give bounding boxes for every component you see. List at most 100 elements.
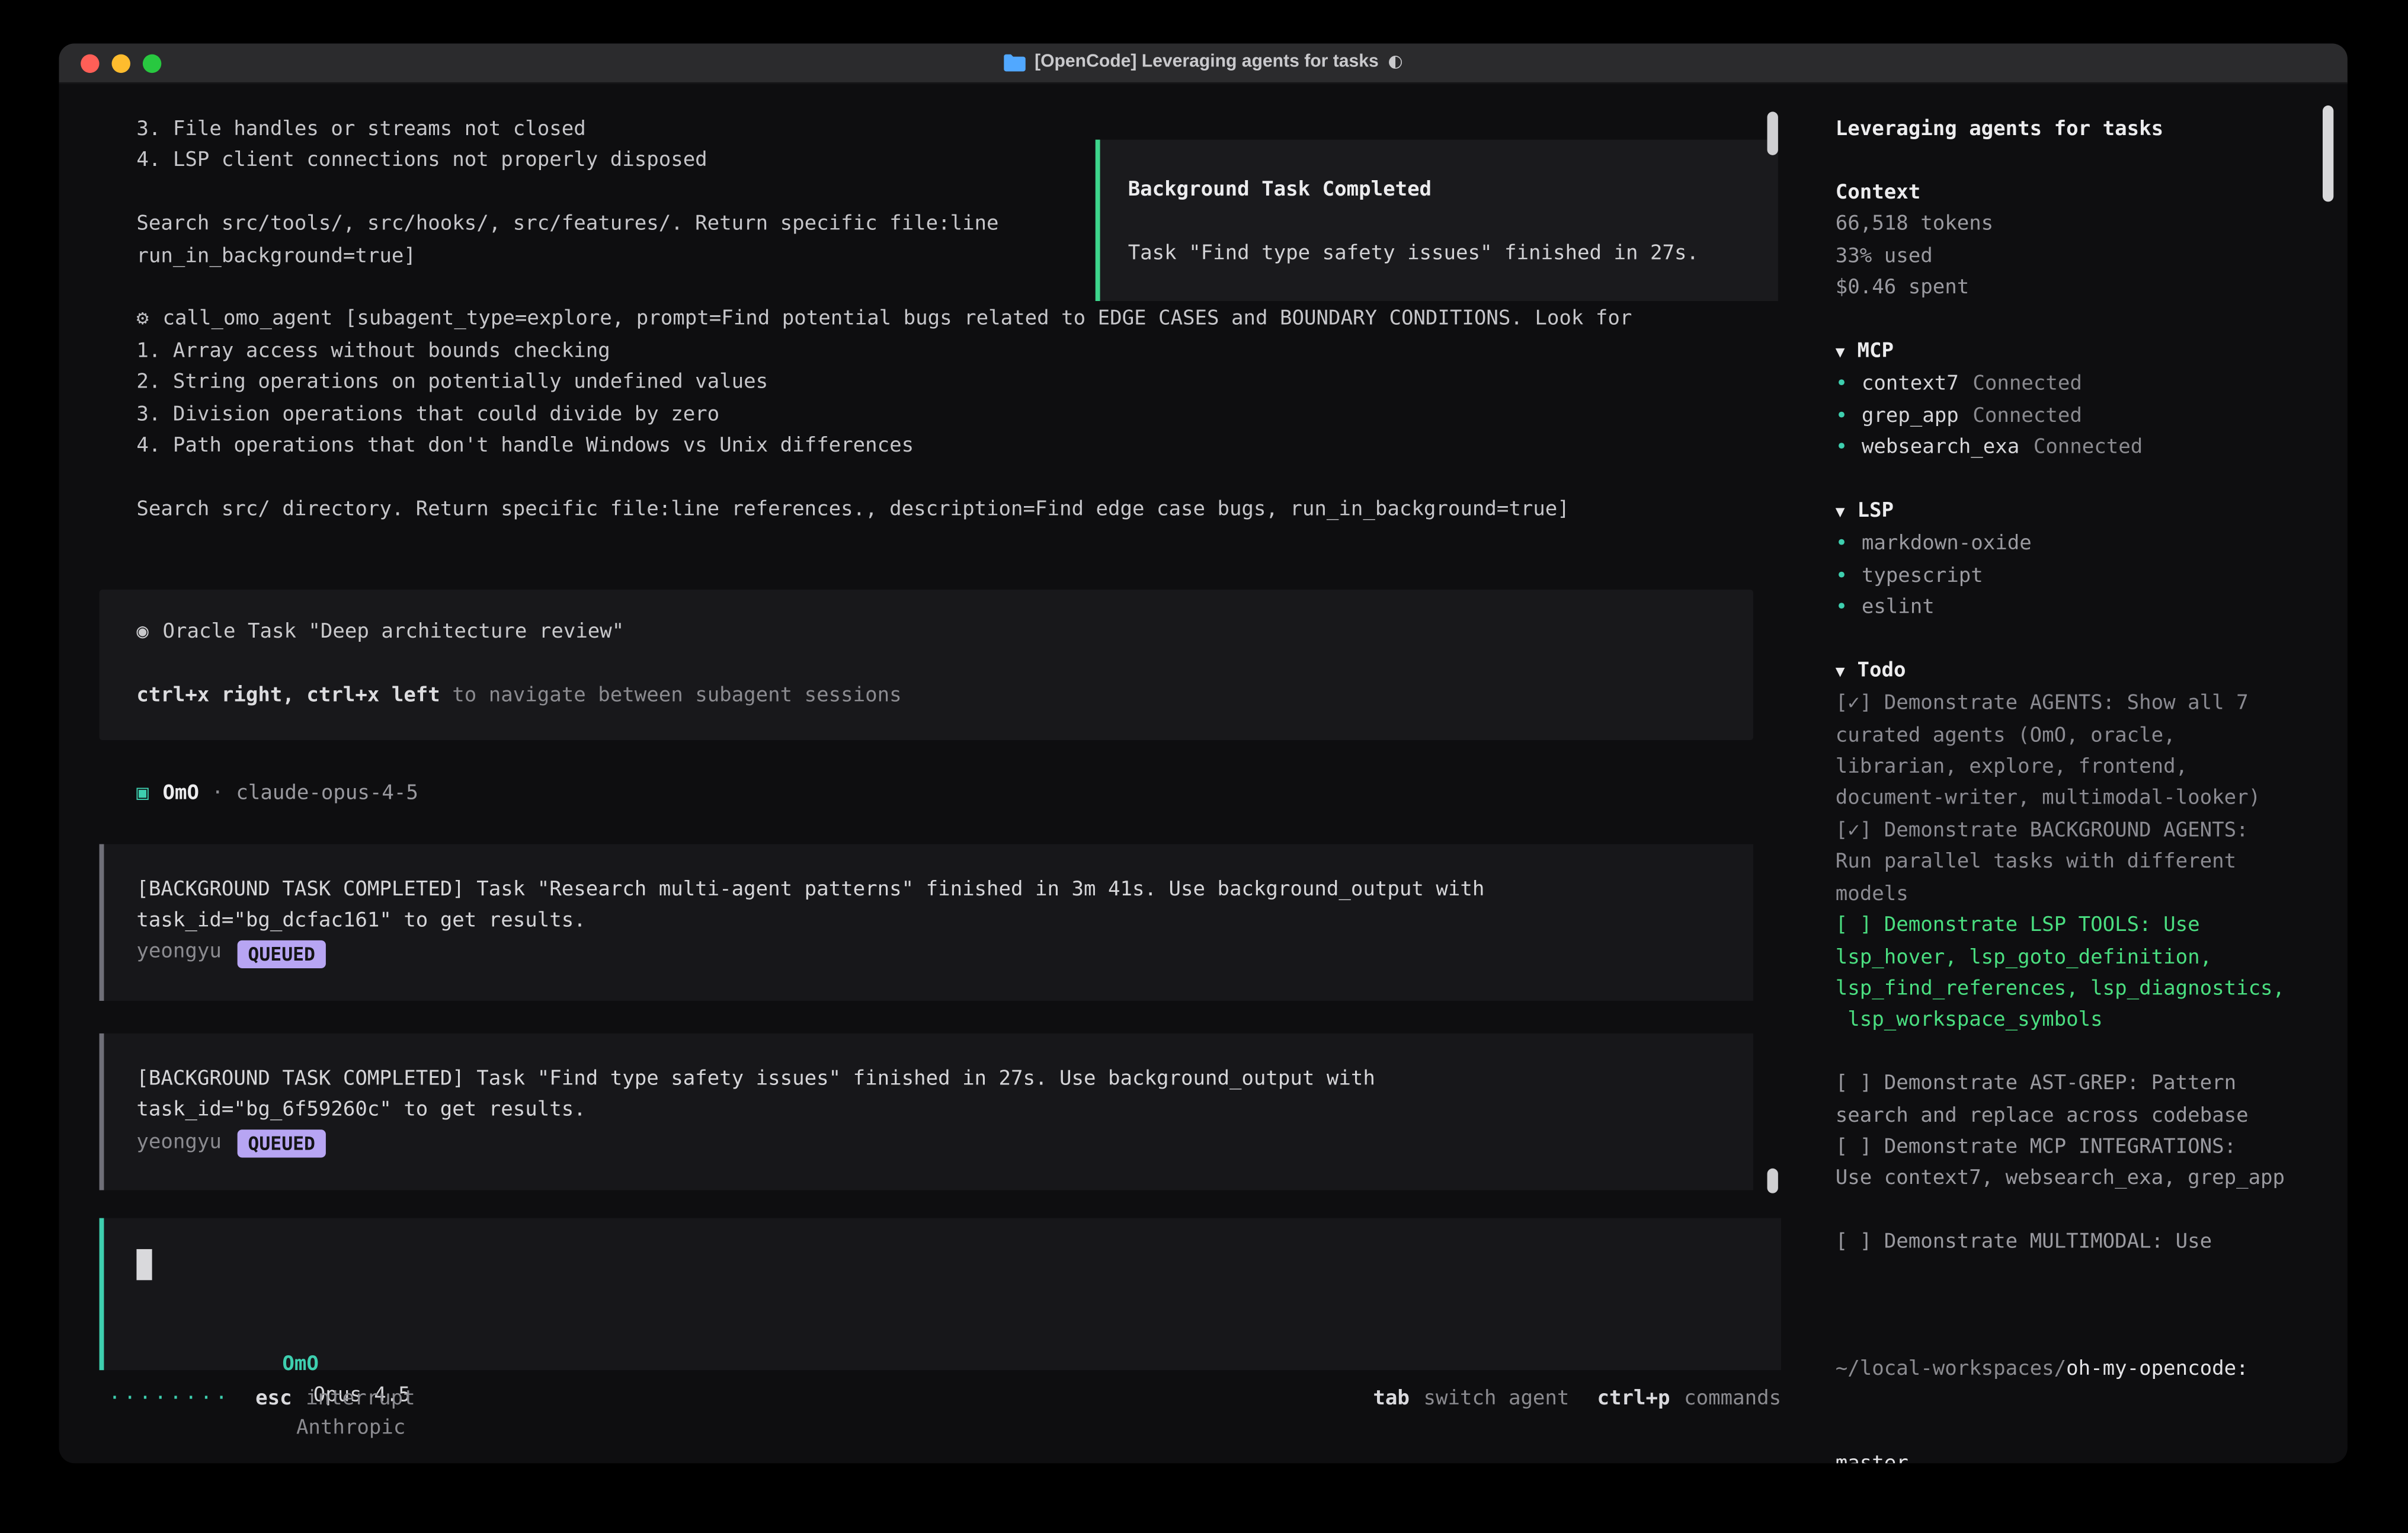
folder-icon [1004, 55, 1026, 72]
window-title-text: [OpenCode] Leveraging agents for tasks [1035, 47, 1379, 78]
terminal-line: 2. String operations on potentially unde… [59, 368, 1813, 399]
prompt-input[interactable]: OmO Opus 4.5 Anthropic [100, 1218, 1782, 1371]
todo-line: curated agents (OmO, oracle, [1836, 721, 2307, 753]
status-badge: QUEUED [237, 940, 326, 968]
lsp-name: typescript [1862, 564, 1983, 587]
mcp-heading[interactable]: ▼ MCP [1836, 337, 2307, 370]
bullet-icon: • [1836, 596, 1847, 619]
hint-keys: ctrl+x right, ctrl+x left [136, 684, 440, 707]
notification-title: Background Task Completed [1128, 175, 1750, 207]
todo-line: librarian, explore, frontend, [1836, 753, 2307, 784]
sidebar-scrollbar-thumb[interactable] [2323, 105, 2333, 201]
todo-line: [✓] Demonstrate BACKGROUND AGENTS: [1836, 816, 2307, 847]
todo-line: [ ] Demonstrate MULTIMODAL: Use [1836, 1228, 2307, 1259]
lsp-item: • markdown-oxide [1836, 530, 2307, 561]
text-cursor [136, 1249, 152, 1280]
screen: [OpenCode] Leveraging agents for tasks ◐… [0, 0, 2408, 1533]
terminal-line: 3. Division operations that could divide… [59, 399, 1813, 431]
message-author: yeongyu [136, 938, 221, 969]
todo-item: [ ] Demonstrate LSP TOOLS: Use lsp_hover… [1836, 911, 2307, 1038]
terminal-line: 4. Path operations that don't handle Win… [59, 431, 1813, 463]
mcp-name: websearch_exa [1862, 436, 2019, 459]
status-badge: QUEUED [237, 1129, 326, 1157]
workspace-line: ~/local-workspaces/oh-my-opencode: [1836, 1354, 2307, 1385]
mcp-heading-text: MCP [1857, 340, 1893, 363]
prompt-input-line[interactable] [136, 1249, 1749, 1281]
message-card: [BACKGROUND TASK COMPLETED] Task "Resear… [100, 844, 1753, 1001]
ctrlp-key-label: commands [1684, 1384, 1781, 1415]
message-line: [BACKGROUND TASK COMPLETED] Task "Find t… [136, 1064, 1721, 1096]
traffic-lights [81, 43, 161, 82]
message-author: yeongyu [136, 1128, 221, 1159]
lsp-item: • eslint [1836, 593, 2307, 624]
sidebar[interactable]: Leveraging agents for tasks Context 66,5… [1812, 84, 2347, 1463]
scrollbar-thumb[interactable] [1767, 112, 1778, 155]
subagent-nav-hint: ctrl+x right, ctrl+x left to navigate be… [136, 681, 1716, 712]
minimize-window-button[interactable] [112, 53, 130, 72]
background-task-notification: Background Task Completed Task "Find typ… [1096, 140, 1778, 302]
terminal-line: 1. Array access without bounds checking [59, 337, 1813, 368]
workspace-path: ~/local-workspaces/oh-my-opencode: maste… [1836, 1291, 2307, 1463]
zoom-window-button[interactable] [143, 53, 161, 72]
collapse-triangle-icon: ▼ [1836, 344, 1845, 361]
bullet-icon: • [1836, 533, 1847, 556]
oracle-task-title: Oracle Task "Deep architecture review" [162, 621, 624, 644]
esc-key-hint: esc [255, 1384, 292, 1415]
terminal-pane[interactable]: 3. File handles or streams not closed 4.… [59, 84, 1813, 1463]
titlebar[interactable]: [OpenCode] Leveraging agents for tasks ◐ [59, 43, 2348, 84]
todo-heading[interactable]: ▼ Todo [1836, 656, 2307, 689]
ctrlp-key-hint: ctrl+p [1597, 1384, 1670, 1415]
todo-heading-text: Todo [1857, 659, 1906, 682]
todo-line: [ ] Demonstrate LSP TOOLS: Use [1836, 911, 2307, 942]
lsp-heading[interactable]: ▼LSP [1836, 496, 2307, 529]
agent-header: ▣ OmO · claude-opus-4-5 [136, 779, 1812, 811]
status-bar: ········ esc interrupt tab switch agent … [108, 1384, 1781, 1415]
context-tokens: 66,518 tokens [1836, 210, 2307, 241]
mcp-item: • websearch_exa Connected [1836, 433, 2307, 465]
todo-item: [ ] Demonstrate MULTIMODAL: Use [1836, 1228, 2307, 1259]
blank-line [59, 463, 1813, 494]
scrollbar-thumb[interactable] [1767, 1169, 1778, 1193]
context-used: 33% used [1836, 241, 2307, 273]
lsp-heading-text: LSP [1857, 500, 1893, 523]
gear-icon: ⚙ [136, 308, 148, 331]
status-right: tab switch agent ctrl+p commands [1373, 1384, 1781, 1415]
todo-line: [ ] Demonstrate AST-GREP: Pattern [1836, 1069, 2307, 1100]
close-window-button[interactable] [81, 53, 99, 72]
notification-body: Task "Find type safety issues" finished … [1128, 239, 1750, 270]
lsp-name: eslint [1862, 596, 1935, 619]
workspace-repo: oh-my-opencode: [2066, 1358, 2248, 1381]
tab-key-label: switch agent [1423, 1384, 1569, 1415]
context-spent: $0.46 spent [1836, 273, 2307, 305]
message-card: [BACKGROUND TASK COMPLETED] Task "Find t… [100, 1033, 1753, 1190]
mcp-item: • grep_app Connected [1836, 401, 2307, 433]
todo-line: Run parallel tasks with different [1836, 847, 2307, 879]
oracle-task-panel[interactable]: ◉Oracle Task "Deep architecture review" … [100, 590, 1753, 741]
mcp-name: grep_app [1862, 404, 1959, 427]
mcp-item: •context7Connected [1836, 370, 2307, 401]
todo-line: [ ] Demonstrate MCP INTEGRATIONS: [1836, 1132, 2307, 1164]
bullet-icon: • [1836, 436, 1847, 459]
separator-dot: · [212, 779, 223, 811]
bullet-icon: • [1836, 373, 1847, 396]
mcp-status: Connected [1972, 404, 2082, 427]
agent-name: OmO [162, 779, 198, 811]
prompt-footer: OmO Opus 4.5 Anthropic [136, 1318, 1749, 1349]
bullet-icon: • [1836, 404, 1847, 427]
collapse-triangle-icon: ▼ [1836, 664, 1845, 681]
mcp-section: ▼ MCP •context7Connected • grep_app Connect… [1836, 337, 2307, 465]
oracle-task-title-line: ◉Oracle Task "Deep architecture review" [136, 617, 1716, 649]
todo-line: search and replace across codebase [1836, 1101, 2307, 1132]
spinner-dots: ········ [108, 1384, 230, 1415]
session-title: Leveraging agents for tasks [1836, 115, 2307, 146]
todo-item: [✓] Demonstrate BACKGROUND AGENTS: Run p… [1836, 816, 2307, 911]
hint-text: to navigate between subagent sessions [440, 684, 902, 707]
todo-line: [✓] Demonstrate AGENTS: Show all 7 [1836, 689, 2307, 721]
todo-line: lsp_find_references, lsp_diagnostics, [1836, 974, 2307, 1006]
todo-line: models [1836, 879, 2307, 911]
context-section: Context 66,518 tokens 33% used $0.46 spe… [1836, 178, 2307, 305]
lsp-name: markdown-oxide [1862, 533, 2032, 556]
terminal-line: Search src/ directory. Return specific f… [59, 495, 1813, 526]
mcp-status: Connected [2034, 436, 2143, 459]
lsp-section: ▼LSP • markdown-oxide • typescript • eslint [1836, 496, 2307, 624]
